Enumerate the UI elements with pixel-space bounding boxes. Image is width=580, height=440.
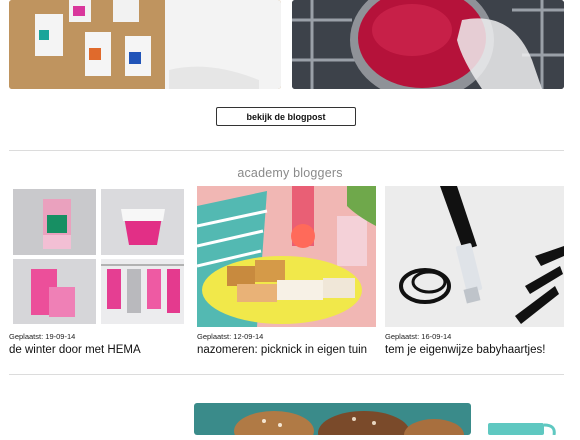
divider-bottom — [9, 374, 564, 375]
section-title: academy bloggers — [237, 166, 343, 180]
hair-products-photo — [385, 186, 564, 327]
card2-date: Geplaatst: 12-09-14 — [197, 332, 264, 341]
dye-pan-photo — [292, 0, 564, 89]
view-blogpost-button[interactable]: bekijk de blogpost — [216, 107, 356, 126]
picnic-photo — [197, 186, 376, 327]
baked-goods-photo — [194, 403, 471, 435]
teal-mug-photo — [488, 423, 556, 436]
card1-thumb-pink-candles[interactable] — [13, 259, 96, 324]
pink-pot-photo — [101, 189, 184, 255]
card3-image-hair-products[interactable] — [385, 186, 564, 327]
hero-image-dye-packages[interactable] — [9, 0, 281, 89]
card1-date: Geplaatst: 19-09-14 — [9, 332, 76, 341]
card2-title-link[interactable]: nazomeren: picknick in eigen tuin — [197, 344, 367, 356]
pink-candles-photo — [13, 259, 96, 324]
divider-top — [9, 150, 564, 151]
dye-packages-photo — [9, 0, 281, 89]
hero-image-dye-pan[interactable] — [292, 0, 564, 89]
card2-image-picnic[interactable] — [197, 186, 376, 327]
bottom-image-teal-mug[interactable] — [488, 421, 558, 436]
card1-thumb-pink-bath[interactable] — [13, 189, 96, 255]
card3-date: Geplaatst: 16-09-14 — [385, 332, 452, 341]
pink-socks-photo — [101, 259, 184, 324]
card3-title-link[interactable]: tem je eigenwijze babyhaartjes! — [385, 344, 545, 356]
card1-thumb-pink-socks[interactable] — [101, 259, 184, 324]
card1-thumb-pink-pot[interactable] — [101, 189, 184, 255]
pink-bath-photo — [13, 189, 96, 255]
bottom-image-baked-goods[interactable] — [194, 403, 471, 435]
card1-title-link[interactable]: de winter door met HEMA — [9, 344, 141, 356]
